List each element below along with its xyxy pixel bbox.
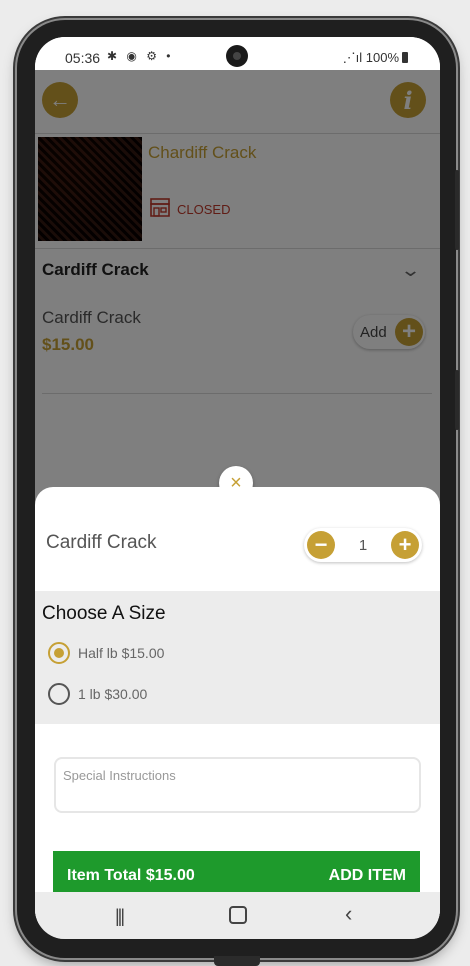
radio-selected[interactable]: [48, 642, 70, 664]
special-instructions-input[interactable]: Special Instructions: [54, 757, 421, 813]
home-icon[interactable]: [229, 906, 247, 924]
size-option-label: Half lb $15.00: [78, 645, 165, 661]
size-option-label: 1 lb $30.00: [78, 686, 148, 702]
decrease-quantity-button[interactable]: −: [307, 531, 335, 559]
size-option-1-lb[interactable]: 1 lb $30.00: [48, 683, 248, 705]
volume-button: [455, 170, 459, 250]
camera-cutout: [226, 45, 248, 67]
back-nav-icon[interactable]: ‹: [345, 901, 352, 927]
size-options-section: Choose A Size Half lb $15.00 1 lb $30.00: [35, 591, 440, 724]
radio-unselected[interactable]: [48, 683, 70, 705]
screen: 05:36 ✱ ◉ ⚙ • ⋰ıl 100% ← i Chardiff Crac…: [35, 37, 440, 939]
add-item-label: ADD ITEM: [328, 867, 406, 884]
size-section-title: Choose A Size: [42, 603, 166, 624]
quantity-value: 1: [358, 537, 368, 554]
instructions-placeholder: Special Instructions: [63, 768, 176, 783]
status-time: 05:36: [65, 50, 101, 66]
size-option-half-lb[interactable]: Half lb $15.00: [48, 642, 248, 664]
system-nav-bar: ||| ‹: [35, 892, 440, 939]
recent-apps-icon[interactable]: |||: [115, 906, 125, 927]
sheet-item-title: Cardiff Crack: [46, 532, 157, 553]
status-bar: 05:36 ✱ ◉ ⚙ • ⋰ıl 100%: [35, 37, 440, 70]
increase-quantity-button[interactable]: +: [391, 531, 419, 559]
phone-bottom-edge: [214, 956, 260, 966]
power-button: [455, 370, 459, 430]
battery-percent: 100%: [365, 50, 399, 65]
wifi-signal-icon: ⋰ıl: [342, 50, 366, 65]
item-options-sheet: Cardiff Crack − 1 + Choose A Size Half l…: [35, 487, 440, 925]
plus-icon: +: [398, 532, 412, 557]
store-page: ← i Chardiff Crack CLOSED Cardiff Crack …: [35, 70, 440, 939]
notification-icons: ✱ ◉ ⚙ •: [107, 49, 174, 63]
quantity-stepper: − 1 +: [304, 528, 422, 562]
battery-indicator: ⋰ıl 100%: [343, 50, 408, 66]
minus-icon: −: [314, 532, 328, 557]
item-total: Item Total $15.00: [67, 867, 195, 884]
battery-icon: [402, 52, 408, 63]
